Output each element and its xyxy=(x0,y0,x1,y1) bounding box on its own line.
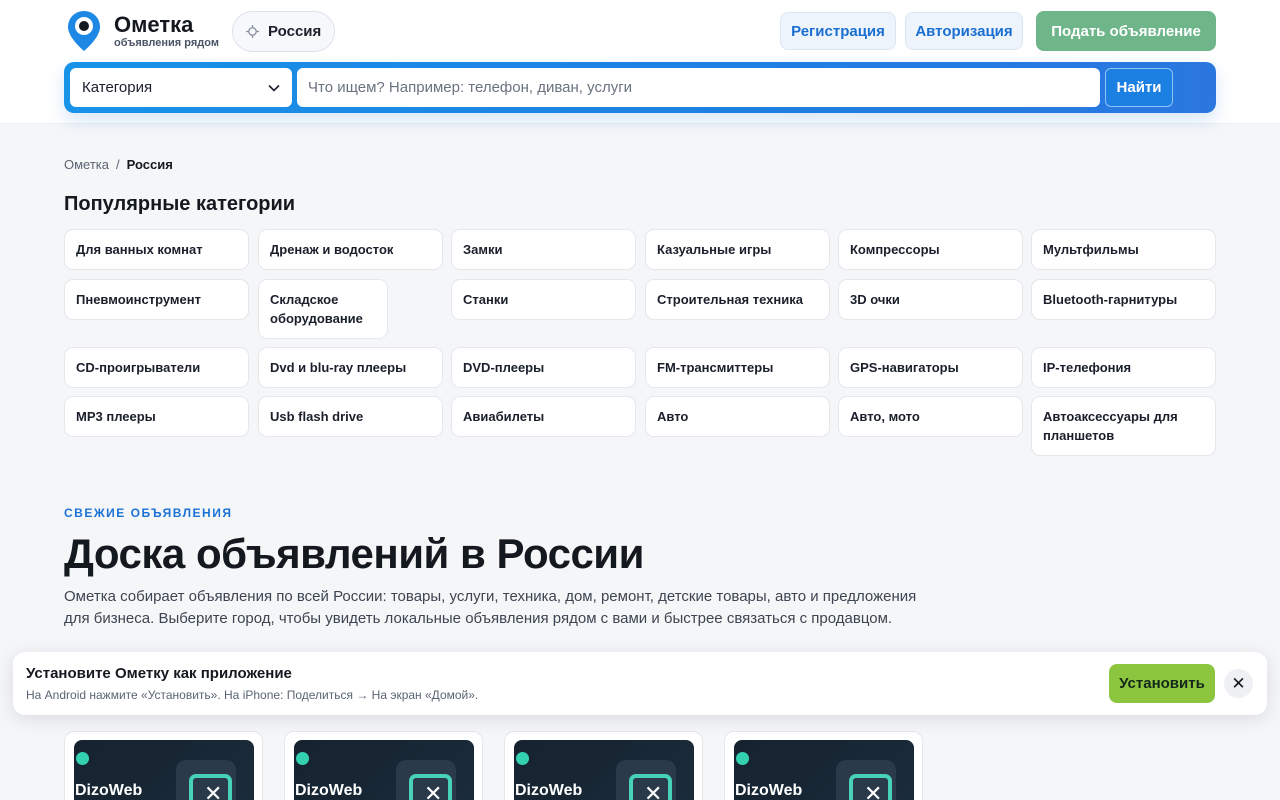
category-chip[interactable]: CD-проигрыватели xyxy=(64,347,249,388)
search-bar: Категория Найти xyxy=(64,62,1216,113)
listing-card[interactable]: DizoWeb ✕ xyxy=(724,731,923,800)
region-selector[interactable]: Россия xyxy=(232,11,336,52)
post-ad-button[interactable]: Подать объявление xyxy=(1036,11,1216,51)
category-chip[interactable]: Bluetooth-гарнитуры xyxy=(1031,279,1216,320)
category-chip[interactable]: IP-телефония xyxy=(1031,347,1216,388)
listing-card[interactable]: DizoWeb ✕ xyxy=(64,731,263,800)
category-chip[interactable]: Авто, мото xyxy=(838,396,1023,437)
location-pin-icon xyxy=(68,11,100,51)
crosshair-icon xyxy=(246,25,259,38)
breadcrumb-home[interactable]: Ометка xyxy=(64,157,109,172)
category-chip[interactable]: Компрессоры xyxy=(838,229,1023,270)
site-logo[interactable]: Ометка объявления рядом xyxy=(66,10,219,52)
category-chip[interactable]: Мультфильмы xyxy=(1031,229,1216,270)
category-chip[interactable]: Дренаж и водосток xyxy=(258,229,443,270)
badge-dot xyxy=(296,752,309,765)
badge-dot xyxy=(736,752,749,765)
brand-subtitle: объявления рядом xyxy=(114,37,219,49)
category-chip[interactable]: Станки xyxy=(451,279,636,320)
category-chip[interactable]: Usb flash drive xyxy=(258,396,443,437)
category-chip[interactable]: GPS-навигаторы xyxy=(838,347,1023,388)
category-chip[interactable]: Автоаксессуары для планшетов xyxy=(1031,396,1216,456)
category-chip[interactable]: FM-трансмиттеры xyxy=(645,347,830,388)
listing-card[interactable]: DizoWeb ✕ xyxy=(504,731,703,800)
login-button[interactable]: Авторизация xyxy=(905,12,1023,50)
listing-brand: DizoWeb xyxy=(735,782,803,799)
category-chip[interactable]: Казуальные игры xyxy=(645,229,830,270)
category-chip[interactable]: DVD-плееры xyxy=(451,347,636,388)
popular-categories-title: Популярные категории xyxy=(64,193,296,215)
category-chip[interactable]: Для ванных комнат xyxy=(64,229,249,270)
listing-brand: DizoWeb xyxy=(295,782,363,799)
category-chip[interactable]: 3D очки xyxy=(838,279,1023,320)
section-eyebrow: СВЕЖИЕ ОБЪЯВЛЕНИЯ xyxy=(64,506,233,520)
category-select[interactable]: Категория xyxy=(70,68,292,107)
app-logo-icon: ✕ xyxy=(176,760,236,800)
listing-image: DizoWeb ✕ xyxy=(514,740,694,800)
search-input[interactable] xyxy=(297,68,1100,107)
breadcrumb-separator: / xyxy=(116,157,120,172)
chevron-down-icon xyxy=(268,84,280,92)
listing-brand: DizoWeb xyxy=(75,782,143,799)
category-chip[interactable]: Пневмоинструмент xyxy=(64,279,249,320)
install-banner-subtitle: На Android нажмите «Установить». На iPho… xyxy=(26,688,479,702)
app-logo-icon: ✕ xyxy=(396,760,456,800)
badge-dot xyxy=(76,752,89,765)
app-logo-icon: ✕ xyxy=(616,760,676,800)
page-title: Доска объявлений в России xyxy=(64,530,644,577)
site-header: Ометка объявления рядом Россия Регистрац… xyxy=(0,0,1280,124)
app-logo-icon: ✕ xyxy=(836,760,896,800)
listing-image: DizoWeb ✕ xyxy=(74,740,254,800)
install-button[interactable]: Установить xyxy=(1109,664,1215,703)
listing-brand: DizoWeb xyxy=(515,782,583,799)
page-lead: Ометка собирает объявления по всей Росси… xyxy=(64,588,917,627)
install-banner-title: Установите Ометку как приложение xyxy=(26,665,292,682)
register-button[interactable]: Регистрация xyxy=(780,12,896,50)
category-chip[interactable]: Авиабилеты xyxy=(451,396,636,437)
listing-card[interactable]: DizoWeb ✕ xyxy=(284,731,483,800)
category-select-label: Категория xyxy=(82,79,153,96)
category-chip[interactable]: Dvd и blu-ray плееры xyxy=(258,347,443,388)
breadcrumb-current: Россия xyxy=(126,157,173,172)
listing-image: DizoWeb ✕ xyxy=(294,740,474,800)
category-chip[interactable]: Складское оборудование xyxy=(258,279,388,339)
listing-image: DizoWeb ✕ xyxy=(734,740,914,800)
category-chip[interactable]: MP3 плееры xyxy=(64,396,249,437)
install-banner: Установите Ометку как приложение На Andr… xyxy=(13,652,1267,715)
badge-dot xyxy=(516,752,529,765)
category-chip[interactable]: Авто xyxy=(645,396,830,437)
region-label: Россия xyxy=(268,23,322,40)
brand-title: Ометка xyxy=(114,12,194,37)
category-chip[interactable]: Замки xyxy=(451,229,636,270)
category-chip[interactable]: Строительная техника xyxy=(645,279,830,320)
search-submit-button[interactable]: Найти xyxy=(1105,68,1173,107)
close-icon[interactable]: ✕ xyxy=(1224,669,1253,698)
breadcrumb: Ометка / Россия xyxy=(64,157,173,172)
